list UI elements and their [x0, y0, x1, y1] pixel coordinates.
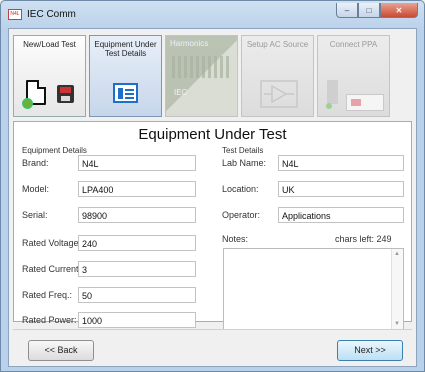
window-controls: – □ ✕: [336, 3, 418, 18]
step-equipment-under-test[interactable]: Equipment Under Test Details: [89, 35, 162, 117]
step-label: Equipment Under Test Details: [94, 40, 157, 58]
panel-title: Equipment Under Test: [138, 126, 287, 143]
save-icon: [57, 85, 74, 103]
notes-label: Notes:: [222, 234, 249, 244]
serial-label: Serial:: [22, 210, 48, 220]
location-label: Location:: [222, 184, 259, 194]
serial-field[interactable]: 98900: [78, 207, 196, 223]
step-connect-ppa[interactable]: Connect PPA: [317, 35, 390, 117]
step-label: Setup AC Source: [246, 40, 309, 49]
operator-label: Operator:: [222, 210, 261, 220]
rated-current-label: Rated Current:: [22, 264, 82, 274]
lab-name-label: Lab Name:: [222, 158, 267, 168]
wizard-steps: New/Load Test Equipment Under Test Detai…: [13, 35, 390, 117]
back-button[interactable]: << Back: [28, 340, 94, 361]
operator-field[interactable]: Applications: [278, 207, 404, 223]
scroll-down-icon[interactable]: ▼: [394, 321, 400, 327]
chars-left-counter: chars left: 249: [335, 234, 392, 244]
window-title: IEC Comm: [27, 9, 76, 20]
title-bar[interactable]: N4L IEC Comm – □ ✕: [1, 1, 424, 28]
scroll-up-icon[interactable]: ▲: [394, 251, 400, 257]
step-sublabel: IEC: [174, 88, 188, 97]
test-details-heading: Test Details: [222, 146, 264, 155]
power-analyzer-icon: [346, 94, 384, 111]
model-label: Model:: [22, 184, 50, 194]
harmonics-graphic: [166, 36, 237, 116]
rated-voltage-field[interactable]: 240: [78, 235, 196, 251]
rated-current-field[interactable]: 3: [78, 261, 196, 277]
rated-freq-field[interactable]: 50: [78, 287, 196, 303]
brand-label: Brand:: [22, 158, 49, 168]
maximize-button[interactable]: □: [358, 3, 380, 18]
close-button[interactable]: ✕: [380, 3, 418, 18]
step-label: Connect PPA: [329, 40, 378, 49]
divider: [13, 329, 412, 330]
location-field[interactable]: UK: [278, 181, 404, 197]
step-setup-ac-source[interactable]: Setup AC Source: [241, 35, 314, 117]
status-dot-icon: [326, 103, 332, 109]
step-new-load-test[interactable]: New/Load Test: [13, 35, 86, 117]
app-icon: N4L: [8, 9, 22, 20]
minimize-button[interactable]: –: [336, 3, 358, 18]
step-label: Harmonics: [170, 39, 209, 48]
step-label: New/Load Test: [23, 40, 76, 49]
pc-tower-icon: [327, 80, 338, 104]
client-area: New/Load Test Equipment Under Test Detai…: [8, 28, 417, 367]
rated-voltage-label: Rated Voltage:: [22, 238, 82, 248]
rated-power-field[interactable]: 1000: [78, 312, 196, 328]
form-icon: [113, 83, 138, 103]
add-icon: [22, 98, 33, 109]
equipment-details-heading: Equipment Details: [22, 146, 87, 155]
rated-freq-label: Rated Freq.:: [22, 290, 73, 300]
lab-name-field[interactable]: N4L: [278, 155, 404, 171]
notes-scrollbar[interactable]: ▲ ▼: [391, 249, 403, 329]
model-field[interactable]: LPA400: [78, 181, 196, 197]
notes-textarea[interactable]: ▲ ▼: [223, 248, 404, 330]
step-harmonics[interactable]: Harmonics IEC: [165, 35, 238, 117]
amplifier-icon: [260, 80, 298, 108]
rated-power-label: Rated Power:: [22, 315, 77, 325]
app-window: N4L IEC Comm – □ ✕ New/Load Test Equipme…: [0, 0, 425, 372]
next-button[interactable]: Next >>: [337, 340, 403, 361]
brand-field[interactable]: N4L: [78, 155, 196, 171]
